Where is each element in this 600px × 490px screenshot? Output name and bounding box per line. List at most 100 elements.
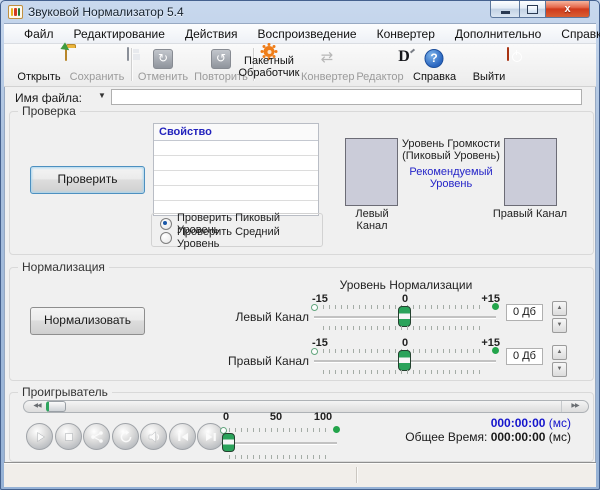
window-title: Звуковой Нормализатор 5.4 [28, 5, 184, 19]
app-window: { "window": {"title": "Звуковой Нормализ… [0, 0, 600, 490]
slider-thumb[interactable] [398, 306, 411, 327]
play-icon [36, 431, 45, 442]
player-group-legend: Проигрыватель [18, 385, 112, 399]
close-icon: x [564, 3, 571, 15]
help-button[interactable]: ? Справка [413, 46, 456, 84]
next-icon [205, 432, 216, 441]
right-db-spin-down[interactable]: ▼ [552, 362, 567, 377]
scale-start-ring [311, 304, 318, 311]
loop-icon [120, 429, 131, 442]
menu-converter[interactable]: Конвертер [367, 25, 445, 43]
converter-button[interactable]: ⇄ Конвертер [301, 46, 354, 84]
toolbar: Открыть Сохранить ↻ Отменить ↺ Повторить… [4, 44, 596, 87]
stop-button[interactable] [55, 423, 82, 450]
normalize-button[interactable]: Нормализовать [30, 307, 145, 335]
save-icon [127, 47, 129, 61]
table-row[interactable] [154, 171, 318, 186]
dropdown-icon[interactable]: ▼ [98, 91, 106, 100]
table-row[interactable] [154, 141, 318, 156]
seek-thumb[interactable] [46, 401, 66, 412]
menu-help[interactable]: Справка [551, 25, 600, 43]
normalization-group-legend: Нормализация [18, 260, 109, 274]
status-bar [4, 463, 596, 487]
menu-edit[interactable]: Редактирование [64, 25, 175, 43]
table-row[interactable] [154, 156, 318, 171]
volume-track[interactable] [235, 442, 337, 445]
scale-mid-label: 0 [401, 337, 409, 349]
batch-processor-button[interactable]: Пакетный Обработчик [237, 46, 301, 84]
seek-right-icon[interactable]: ▶▶ [561, 401, 588, 412]
radio-unselected-icon[interactable] [160, 232, 172, 244]
filename-combobox[interactable] [111, 89, 582, 105]
redo-icon: ↺ [211, 49, 231, 69]
menu-file[interactable]: Файл [14, 25, 64, 43]
right-db-field[interactable]: 0 Дб [506, 348, 543, 365]
volume-thumb[interactable] [222, 433, 235, 452]
editor-button[interactable]: D Редактор [356, 46, 409, 84]
app-icon [8, 5, 23, 19]
repeat-icon [90, 430, 103, 443]
statusbar-divider [356, 467, 358, 483]
total-time: Общее Время: 000:00:00 (мс) [405, 430, 571, 444]
current-time: 000:00:00 (мс) [490, 416, 571, 430]
recommended-level-link[interactable]: Рекомендуемый Уровень [397, 166, 505, 190]
volume-label-100: 100 [313, 411, 333, 423]
undo-button[interactable]: ↻ Отменить [135, 46, 191, 84]
converter-icon: ⇄ [320, 49, 334, 66]
scale-end-dot [333, 426, 340, 433]
maximize-icon [527, 4, 538, 14]
tick-marks [229, 455, 331, 459]
check-button[interactable]: Проверить [30, 166, 145, 194]
right-db-spin-up[interactable]: ▲ [552, 345, 567, 360]
left-channel-slider-label: Левый Канал [235, 310, 309, 324]
speaker-icon [148, 430, 159, 443]
close-button[interactable]: x [546, 1, 590, 18]
editor-icon: D [398, 48, 410, 65]
tick-marks [229, 428, 331, 432]
check-mode-radiogroup: Проверить Пиковый Уровень Проверить Сред… [151, 212, 323, 250]
scale-mid-label: 0 [401, 293, 409, 305]
tick-marks [323, 370, 485, 374]
volume-label-0: 0 [222, 411, 230, 423]
left-db-spin-up[interactable]: ▲ [552, 301, 567, 316]
radio-average-level[interactable]: Проверить Средний Уровень [160, 226, 322, 250]
right-channel-meter [504, 138, 557, 206]
slider-thumb[interactable] [398, 350, 411, 371]
property-table: Свойство [153, 123, 319, 216]
scale-end-dot [492, 347, 499, 354]
scale-end-dot [492, 303, 499, 310]
table-row[interactable] [154, 186, 318, 201]
next-button[interactable] [197, 423, 224, 450]
loudness-caption: Уровень Громкости (Пиковый Уровень) Реко… [397, 138, 505, 190]
menu-actions[interactable]: Действия [175, 25, 248, 43]
undo-icon: ↻ [153, 49, 173, 69]
stop-icon [64, 432, 73, 441]
menu-extra[interactable]: Дополнительно [445, 25, 551, 43]
left-db-spin-down[interactable]: ▼ [552, 318, 567, 333]
maximize-button[interactable] [519, 1, 546, 18]
left-db-field[interactable]: 0 Дб [506, 304, 543, 321]
loop-button[interactable] [112, 423, 139, 450]
play-button[interactable] [26, 423, 53, 450]
open-button[interactable]: Открыть [12, 46, 67, 84]
mute-button[interactable] [140, 423, 167, 450]
tick-marks [323, 326, 485, 330]
minimize-icon [500, 10, 510, 14]
left-channel-meter [345, 138, 398, 206]
previous-button[interactable] [169, 423, 196, 450]
repeat-button[interactable] [83, 423, 110, 450]
toolbar-separator [131, 48, 133, 81]
exit-button[interactable]: Выйти [470, 46, 509, 84]
radio-selected-icon[interactable] [160, 218, 172, 230]
filename-label: Имя файла: [15, 91, 82, 105]
minimize-button[interactable] [490, 1, 519, 18]
menu-playback[interactable]: Воспроизведение [248, 25, 367, 43]
right-channel-slider-label: Правый Канал [228, 354, 309, 368]
help-icon: ? [424, 49, 444, 68]
power-icon [507, 47, 509, 61]
right-channel-slider: -15 0 +15 [311, 337, 500, 377]
left-channel-slider: -15 0 +15 [311, 293, 500, 333]
normalization-level-title: Уровень Нормализации [339, 278, 473, 292]
previous-icon [177, 432, 188, 441]
save-button[interactable]: Сохранить [66, 46, 129, 84]
